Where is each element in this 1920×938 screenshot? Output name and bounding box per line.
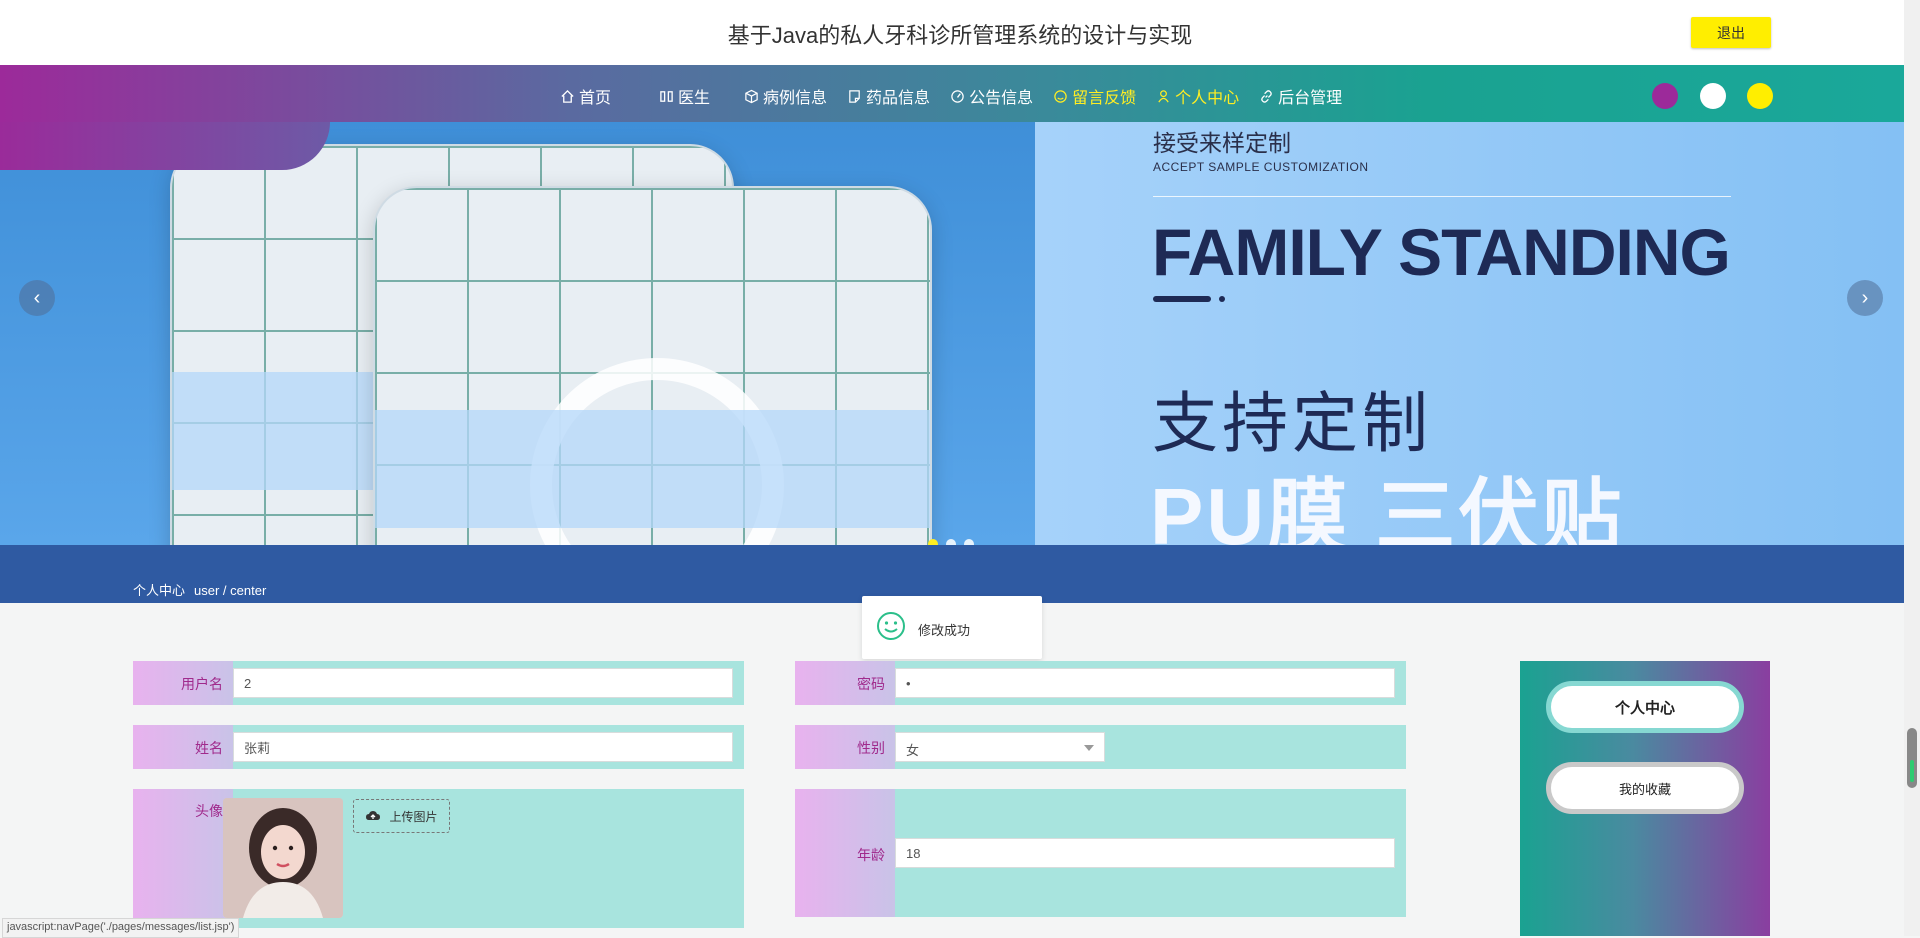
banner-divider	[1153, 196, 1731, 197]
nav-item-label: 个人中心	[1175, 90, 1240, 107]
age-label: 年龄	[857, 847, 885, 863]
toast-message: 修改成功	[918, 623, 971, 638]
status-bar-url: javascript:navPage('./pages/messages/lis…	[2, 918, 240, 938]
sidebar-item-profile[interactable]: 个人中心	[1546, 681, 1744, 733]
site-title: 基于Java的私人牙科诊所管理系统的设计与实现	[727, 23, 1193, 48]
banner-subtitle-en: ACCEPT SAMPLE CUSTOMIZATION	[1153, 160, 1369, 174]
user-side-panel: 个人中心 我的收藏	[1520, 661, 1770, 936]
breadcrumb: 个人中心 user / center	[133, 580, 275, 599]
username-label: 用户名	[181, 676, 223, 692]
nav-item-notice[interactable]: 公告信息	[950, 84, 1033, 108]
nav-item-cases[interactable]: 病例信息	[744, 84, 827, 108]
form-row-username: 用户名	[133, 661, 744, 705]
note-icon	[849, 89, 860, 103]
form-row-password: 密码	[795, 661, 1406, 705]
breadcrumb-bar: 个人中心 user / center	[0, 545, 1904, 603]
nav-item-label: 首页	[579, 90, 612, 107]
smile-icon	[1054, 89, 1067, 103]
age-input[interactable]	[895, 838, 1395, 868]
avatar-portrait	[223, 798, 343, 918]
nav-item-profile[interactable]: 个人中心	[1156, 84, 1239, 108]
upload-label: 上传图片	[389, 809, 438, 824]
product-package-front	[373, 186, 932, 545]
main-nav: 首页 医生 病例信息 药品信息 公告信息 留言反馈 个人中心 后台管理	[0, 65, 1904, 127]
gender-select[interactable]: 女	[895, 732, 1105, 762]
upload-image-button[interactable]: 上传图片	[353, 799, 450, 833]
cloud-upload-icon	[366, 811, 381, 820]
success-toast: 修改成功	[862, 596, 1042, 659]
gender-label: 性别	[857, 740, 885, 756]
banner-dash-dot	[1219, 296, 1225, 302]
breadcrumb-title: 个人中心	[133, 583, 186, 598]
nav-item-label: 公告信息	[969, 90, 1034, 107]
home-icon	[561, 89, 574, 103]
banner-carousel: 接受来样定制 ACCEPT SAMPLE CUSTOMIZATION FAMIL…	[0, 122, 1904, 545]
carousel-next-arrow[interactable]: ›	[1847, 280, 1883, 316]
columns-icon	[660, 90, 673, 102]
banner-subtitle-cn: 接受来样定制	[1153, 130, 1291, 156]
nav-item-medicine[interactable]: 药品信息	[847, 84, 930, 108]
avatar-label: 头像	[195, 803, 223, 819]
logout-button[interactable]: 退出	[1691, 17, 1771, 48]
nav-item-label: 医生	[678, 90, 711, 107]
nav-item-label: 留言反馈	[1072, 90, 1137, 107]
form-row-name: 姓名	[133, 725, 744, 769]
theme-dot-yellow[interactable]	[1747, 83, 1773, 109]
form-row-gender: 性别 女	[795, 725, 1406, 769]
gender-selected-value: 女	[906, 743, 920, 758]
banner-dash	[1153, 296, 1211, 302]
banner-image-left	[0, 122, 1035, 545]
nav-item-doctor[interactable]: 医生	[659, 84, 710, 108]
nav-item-label: 后台管理	[1278, 90, 1343, 107]
avatar-image	[223, 798, 343, 918]
banner-headline: FAMILY STANDING	[1152, 215, 1731, 289]
link-icon	[1261, 89, 1272, 103]
form-row-age: 年龄	[795, 789, 1406, 917]
gauge-icon	[951, 89, 964, 103]
cube-icon	[745, 89, 758, 103]
banner-curve-shape	[0, 122, 330, 170]
carousel-prev-arrow[interactable]: ‹	[19, 280, 55, 316]
password-input[interactable]	[895, 668, 1395, 698]
banner-line-cn-2: PU膜 三伏贴	[1150, 472, 1625, 545]
name-input[interactable]	[233, 732, 733, 762]
user-icon	[1158, 89, 1169, 102]
page-scrollbar[interactable]	[1904, 0, 1920, 936]
nav-item-label: 药品信息	[866, 90, 931, 107]
sidebar-item-favorites[interactable]: 我的收藏	[1546, 762, 1744, 814]
password-label: 密码	[857, 676, 885, 692]
username-input[interactable]	[233, 668, 733, 698]
breadcrumb-path: user / center	[194, 583, 267, 598]
smile-icon	[877, 612, 905, 640]
nav-item-feedback[interactable]: 留言反馈	[1053, 84, 1136, 108]
nav-menu: 首页 医生 病例信息 药品信息 公告信息 留言反馈 个人中心 后台管理	[560, 65, 1362, 127]
top-header: 基于Java的私人牙科诊所管理系统的设计与实现 退出	[0, 0, 1920, 65]
name-label: 姓名	[195, 740, 223, 756]
nav-item-label: 病例信息	[763, 90, 828, 107]
theme-dot-purple[interactable]	[1652, 83, 1678, 109]
chevron-down-icon	[1084, 745, 1094, 751]
scroll-indicator	[1910, 760, 1914, 782]
nav-item-home[interactable]: 首页	[560, 84, 611, 108]
theme-dot-white[interactable]	[1700, 83, 1726, 109]
nav-item-admin[interactable]: 后台管理	[1259, 84, 1342, 108]
